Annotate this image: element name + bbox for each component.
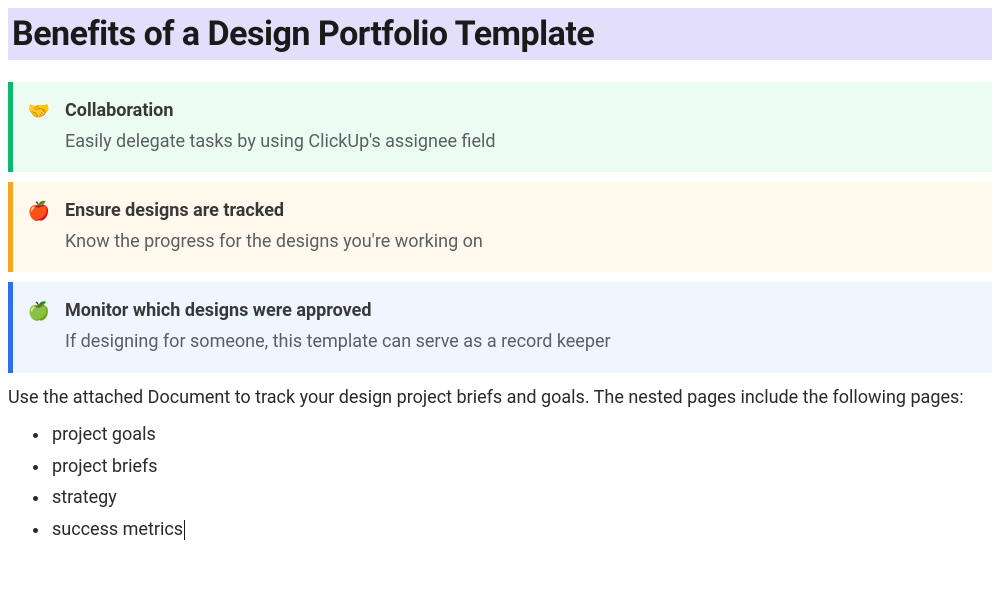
callout-desc[interactable]: Know the progress for the designs you're… (65, 229, 972, 254)
list-item[interactable]: project goals (50, 419, 992, 451)
list-item[interactable]: success metrics (50, 514, 992, 546)
intro-paragraph[interactable]: Use the attached Document to track your … (8, 383, 992, 414)
callout-body: Collaboration Easily delegate tasks by u… (65, 100, 972, 154)
callout-title[interactable]: Collaboration (65, 100, 972, 121)
callout-collaboration[interactable]: 🤝 Collaboration Easily delegate tasks by… (8, 82, 992, 172)
page-title[interactable]: Benefits of a Design Portfolio Template (12, 14, 988, 54)
callout-body: Monitor which designs were approved If d… (65, 300, 972, 354)
page-title-bar: Benefits of a Design Portfolio Template (8, 8, 992, 60)
green-apple-icon: 🍏 (13, 300, 65, 322)
callout-desc[interactable]: If designing for someone, this template … (65, 329, 972, 354)
callout-title[interactable]: Monitor which designs were approved (65, 300, 972, 321)
callout-tracked[interactable]: 🍎 Ensure designs are tracked Know the pr… (8, 182, 992, 272)
callout-title[interactable]: Ensure designs are tracked (65, 200, 972, 221)
callout-desc[interactable]: Easily delegate tasks by using ClickUp's… (65, 129, 972, 154)
handshake-icon: 🤝 (13, 100, 65, 122)
list-item[interactable]: project briefs (50, 451, 992, 483)
list-item[interactable]: strategy (50, 482, 992, 514)
callout-body: Ensure designs are tracked Know the prog… (65, 200, 972, 254)
callout-approved[interactable]: 🍏 Monitor which designs were approved If… (8, 282, 992, 372)
red-apple-icon: 🍎 (13, 200, 65, 222)
pages-list[interactable]: project goals project briefs strategy su… (8, 419, 992, 545)
